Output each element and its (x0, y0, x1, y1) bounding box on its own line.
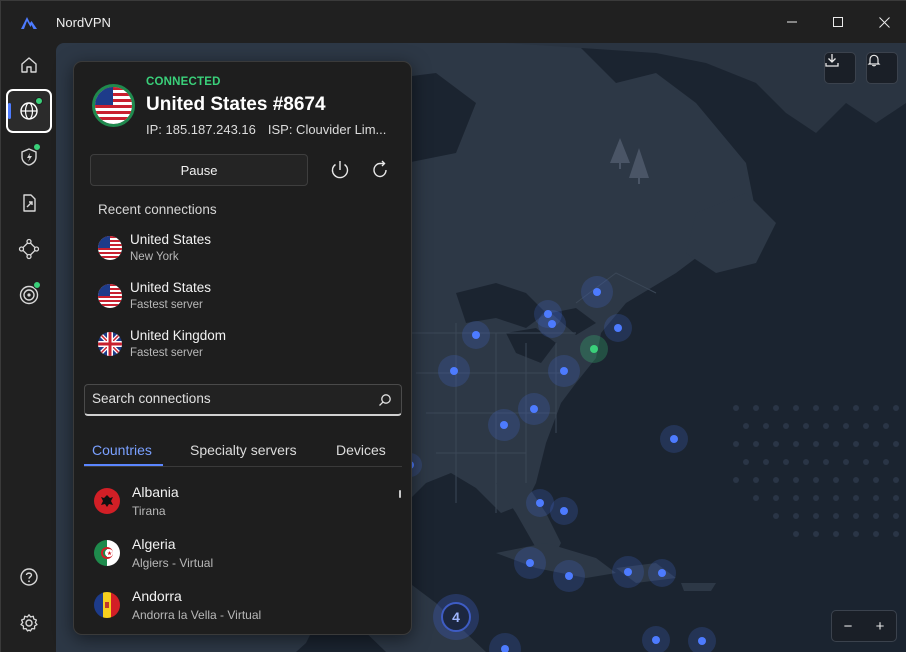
search-icon[interactable] (378, 393, 392, 407)
title-bar: NordVPN (1, 1, 906, 43)
status-dot (35, 97, 43, 105)
country-item[interactable]: Andorra Andorra la Vella - Virtual (94, 584, 394, 628)
tab-countries[interactable]: Countries (92, 442, 152, 458)
refresh-icon (373, 160, 387, 178)
zoom-in-button[interactable]: + (864, 611, 896, 641)
recent-item[interactable]: United Kingdom Fastest server (96, 326, 396, 366)
recent-item[interactable]: United States Fastest server (96, 278, 396, 318)
sidebar (1, 43, 56, 652)
minimize-button[interactable] (769, 1, 815, 43)
recent-item[interactable]: United States New York (96, 230, 396, 270)
recent-detail: New York (130, 251, 179, 263)
file-share-icon (23, 194, 36, 212)
sidebar-item-servers[interactable] (6, 89, 52, 133)
server-cluster[interactable]: 4 (433, 594, 479, 640)
albania-flag-icon (94, 488, 120, 514)
sidebar-item-meshnet[interactable] (6, 227, 52, 271)
country-detail: Algiers - Virtual (132, 556, 214, 570)
maximize-icon (833, 17, 843, 27)
cluster-count: 4 (441, 602, 471, 632)
country-detail: Tirana (132, 504, 166, 518)
search-box (84, 384, 402, 416)
country-name: Albania (132, 484, 179, 500)
active-indicator (8, 103, 11, 119)
connection-panel: CONNECTED United States #8674 IP: 185.18… (73, 61, 412, 635)
maximize-button[interactable] (815, 1, 861, 43)
close-icon (878, 16, 890, 28)
notifications-button[interactable] (866, 52, 898, 84)
isp-name: ISP: Clouvider Lim... (267, 122, 387, 137)
zoom-controls: − + (831, 610, 897, 642)
us-flag-icon (98, 284, 122, 308)
active-tab-underline (84, 464, 163, 466)
sidebar-item-dark-web-monitor[interactable] (6, 273, 52, 317)
tab-specialty-servers[interactable]: Specialty servers (190, 442, 297, 458)
sidebar-item-help[interactable] (6, 555, 52, 599)
minimize-icon (787, 21, 797, 23)
reconnect-button[interactable] (368, 158, 392, 182)
recent-country: United Kingdom (130, 328, 227, 343)
uk-flag-icon (98, 332, 122, 356)
server-tabs: Countries Specialty servers Devices (84, 434, 402, 467)
server-name: United States #8674 (146, 94, 326, 115)
country-item[interactable]: Albania Tirana (94, 480, 394, 524)
app-window: NordVPN 4 − + CONNECTED United States #8… (0, 0, 906, 652)
recent-detail: Fastest server (130, 299, 203, 311)
country-name: Andorra (132, 588, 182, 604)
download-button[interactable] (824, 52, 856, 84)
nordvpn-logo-icon (21, 17, 37, 29)
country-detail: Andorra la Vella - Virtual (132, 608, 262, 622)
home-icon (21, 57, 37, 73)
recent-connections-title: Recent connections (98, 202, 217, 217)
power-icon (331, 161, 349, 179)
status-dot (33, 143, 41, 151)
andorra-flag-icon (94, 592, 120, 618)
window-title: NordVPN (56, 15, 111, 30)
sidebar-item-settings[interactable] (6, 601, 52, 645)
algeria-flag-icon (94, 540, 120, 566)
us-flag-icon (92, 84, 135, 127)
disconnect-button[interactable] (328, 158, 352, 182)
close-button[interactable] (861, 1, 906, 43)
connection-status: CONNECTED (146, 76, 221, 88)
search-input[interactable] (92, 391, 362, 406)
sidebar-item-file-share[interactable] (6, 181, 52, 225)
us-flag-icon (98, 236, 122, 260)
pause-button[interactable]: Pause (90, 154, 308, 186)
sidebar-item-home[interactable] (6, 43, 52, 87)
list-scrollbar[interactable] (399, 490, 401, 498)
gear-icon (20, 614, 38, 632)
ip-info: IP: 185.187.243.16 ISP: Clouvider Lim... (146, 122, 406, 137)
ip-address: IP: 185.187.243.16 (146, 122, 256, 137)
recent-country: United States (130, 280, 212, 295)
connected-server-dot (590, 345, 598, 353)
sidebar-item-threat-protection[interactable] (6, 135, 52, 179)
tab-devices[interactable]: Devices (336, 442, 386, 458)
status-dot (33, 281, 41, 289)
meshnet-icon (18, 238, 40, 260)
help-icon (20, 568, 38, 586)
country-name: Algeria (132, 536, 176, 552)
bell-icon (867, 54, 881, 67)
recent-country: United States (130, 232, 212, 247)
zoom-out-button[interactable]: − (832, 611, 864, 641)
download-icon (825, 54, 839, 67)
country-item[interactable]: Algeria Algiers - Virtual (94, 532, 394, 576)
recent-detail: Fastest server (130, 347, 203, 359)
